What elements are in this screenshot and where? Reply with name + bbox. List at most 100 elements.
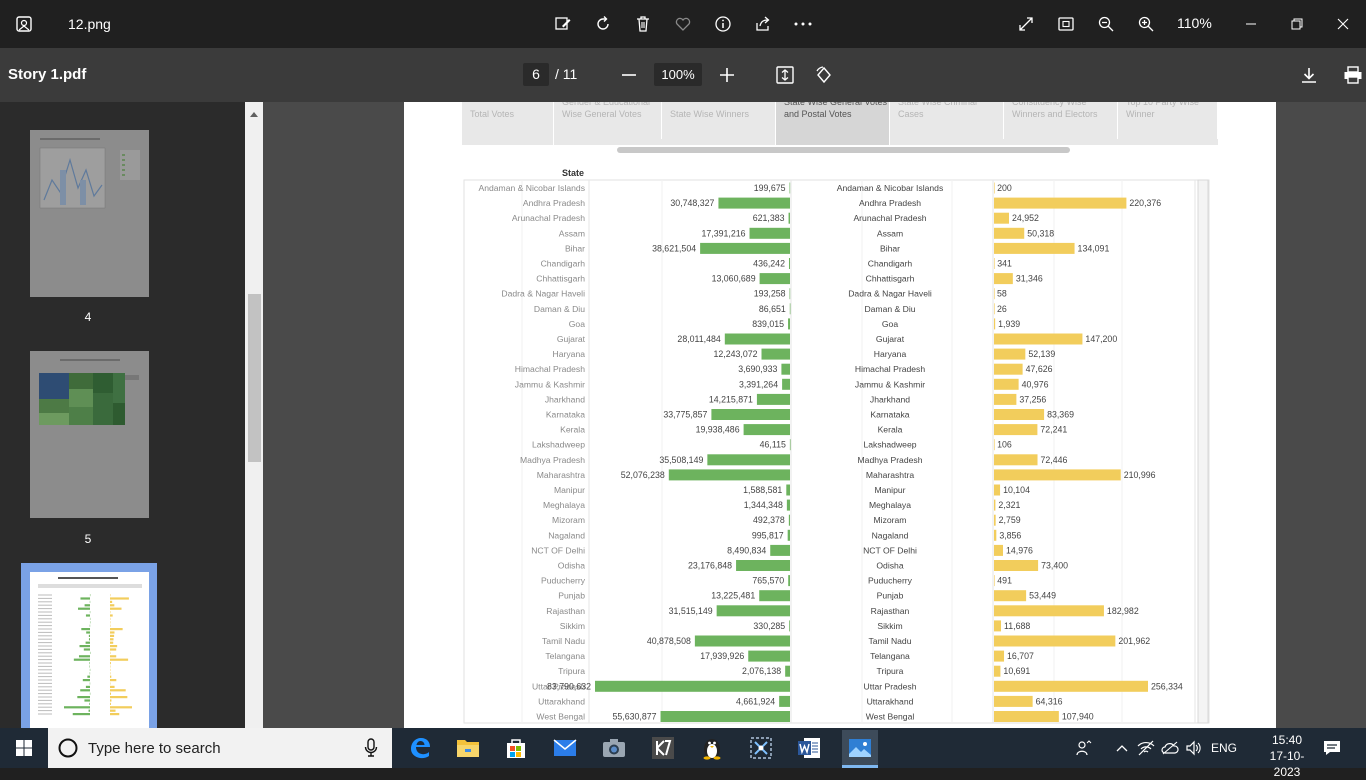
sidebar-scrollbar-thumb[interactable] xyxy=(248,294,261,462)
thumbnail-label xyxy=(38,622,52,623)
file-explorer-icon[interactable] xyxy=(452,732,484,764)
chevron-up-icon[interactable] xyxy=(1110,732,1134,764)
postal-votes-label: 31,346 xyxy=(1016,274,1043,284)
zoom-out-minus-icon[interactable] xyxy=(617,63,641,87)
thumbnail-label xyxy=(38,639,52,640)
tabs-horizontal-scrollbar[interactable] xyxy=(617,147,1070,153)
chart-scrollbar[interactable] xyxy=(1198,180,1208,723)
kite-app-icon[interactable] xyxy=(647,732,679,764)
state-label-left: Chhattisgarh xyxy=(536,274,585,284)
system-clock[interactable]: 15:40 17-10-2023 xyxy=(1262,732,1312,780)
tab-criminal-cases[interactable]: State Wise Criminal Cases xyxy=(890,102,1004,139)
general-votes-bar xyxy=(770,545,790,556)
tab-top10-party[interactable]: Top 10 Party Wise Winner xyxy=(1118,102,1218,139)
close-icon[interactable] xyxy=(1331,12,1355,36)
print-icon[interactable] xyxy=(1341,63,1365,87)
thumbnail-label xyxy=(38,595,52,596)
fit-to-window-icon[interactable] xyxy=(1054,12,1078,36)
general-votes-label: 55,630,877 xyxy=(613,712,657,722)
zoom-in-icon[interactable] xyxy=(1134,12,1158,36)
thumbnail-bar xyxy=(110,696,127,698)
state-label-middle: Jharkhand xyxy=(870,394,910,404)
thumbnail-page-number: 4 xyxy=(78,310,98,324)
photos-taskbar-icon[interactable] xyxy=(842,730,878,766)
postal-votes-bar xyxy=(994,696,1033,707)
state-label-left: Gujarat xyxy=(557,334,586,344)
zoom-out-icon[interactable] xyxy=(1094,12,1118,36)
tab-label: Gender & Educational Wise General Votes xyxy=(562,102,650,119)
document-viewer: Total Votes Gender & Educational Wise Ge… xyxy=(263,102,1366,728)
microphone-icon[interactable] xyxy=(364,738,378,758)
chart-canvas: Andaman & Nicobar Islands199,675Andaman … xyxy=(462,178,1212,728)
page-thumbnail-6[interactable] xyxy=(30,572,149,728)
pdf-zoom-input[interactable]: 100% xyxy=(654,63,702,86)
thumbnail-bar xyxy=(110,703,111,705)
people-icon[interactable] xyxy=(1072,732,1096,764)
thumbnail-bar xyxy=(110,689,126,691)
thumbnail-label xyxy=(38,646,52,647)
page-thumbnail-4[interactable] xyxy=(30,130,149,297)
mail-icon[interactable] xyxy=(549,732,581,764)
postal-votes-bar xyxy=(994,228,1024,239)
camera-icon[interactable] xyxy=(598,732,630,764)
edit-image-icon[interactable] xyxy=(551,12,575,36)
taskbar-search-box[interactable]: Type here to search xyxy=(48,728,392,768)
page-number-input[interactable]: 6 xyxy=(523,63,549,86)
state-label-left: Andaman & Nicobar Islands xyxy=(478,183,585,193)
general-votes-label: 17,391,216 xyxy=(701,228,745,238)
thumbnail-label xyxy=(38,700,52,701)
postal-votes-label: 10,691 xyxy=(1003,666,1030,676)
state-label-left: Nagaland xyxy=(548,530,585,540)
notifications-icon[interactable] xyxy=(1317,732,1347,764)
snipping-tool-icon[interactable] xyxy=(745,732,777,764)
edge-browser-icon[interactable] xyxy=(404,732,436,764)
thumbnail-label xyxy=(38,714,52,715)
more-options-icon[interactable] xyxy=(791,12,815,36)
fullscreen-icon[interactable] xyxy=(1014,12,1038,36)
download-icon[interactable] xyxy=(1297,63,1321,87)
general-votes-bar xyxy=(736,560,790,571)
thumbnail-label xyxy=(38,697,52,698)
word-icon[interactable] xyxy=(793,732,825,764)
tab-constituency-winners[interactable]: Constituency Wise Winners and Electors xyxy=(1004,102,1118,139)
tab-state-wise-winners[interactable]: State Wise Winners xyxy=(662,102,776,145)
wifi-off-icon[interactable] xyxy=(1134,732,1158,764)
page-thumbnail-5[interactable] xyxy=(30,351,149,518)
thumbnail-bar xyxy=(86,631,90,633)
general-votes-label: 199,675 xyxy=(754,183,786,193)
zoom-level[interactable]: 110% xyxy=(1177,15,1212,31)
fit-page-icon[interactable] xyxy=(773,63,797,87)
state-label-left: Dadra & Nagar Haveli xyxy=(501,289,585,299)
postal-votes-bar xyxy=(994,379,1019,390)
input-language[interactable]: ENG xyxy=(1211,741,1237,755)
tab-total-votes[interactable]: Total Votes xyxy=(462,102,554,145)
info-icon[interactable] xyxy=(711,12,735,36)
share-icon[interactable] xyxy=(751,12,775,36)
clock-time: 15:40 xyxy=(1262,732,1312,748)
delete-icon[interactable] xyxy=(631,12,655,36)
minimize-icon[interactable] xyxy=(1239,12,1263,36)
page-total: / 11 xyxy=(555,66,577,82)
linux-penguin-icon[interactable] xyxy=(696,732,728,764)
restore-icon[interactable] xyxy=(1285,12,1309,36)
general-votes-bar xyxy=(788,575,790,586)
thumbnail-bar xyxy=(110,645,117,647)
favorite-heart-icon[interactable] xyxy=(671,12,695,36)
general-votes-bar xyxy=(787,500,790,511)
general-votes-label: 193,258 xyxy=(754,289,786,299)
general-votes-bar xyxy=(744,424,790,435)
microsoft-store-icon[interactable] xyxy=(500,732,532,764)
cloud-sync-icon[interactable] xyxy=(1158,732,1182,764)
zoom-in-plus-icon[interactable] xyxy=(715,63,739,87)
state-label-middle: Manipur xyxy=(874,485,905,495)
tab-gender-educational[interactable]: Gender & Educational Wise General Votes xyxy=(554,102,662,139)
volume-icon[interactable] xyxy=(1182,732,1206,764)
postal-votes-bar xyxy=(994,651,1004,662)
state-label-left: Madhya Pradesh xyxy=(520,455,585,465)
postal-votes-bar xyxy=(994,681,1148,692)
windows-start-icon[interactable] xyxy=(8,732,40,764)
state-label-middle: Daman & Diu xyxy=(864,304,915,314)
tab-state-wise-general-postal[interactable]: State Wise General Votes and Postal Vote… xyxy=(776,102,890,145)
rotate-page-icon[interactable] xyxy=(812,63,836,87)
rotate-icon[interactable] xyxy=(591,12,615,36)
